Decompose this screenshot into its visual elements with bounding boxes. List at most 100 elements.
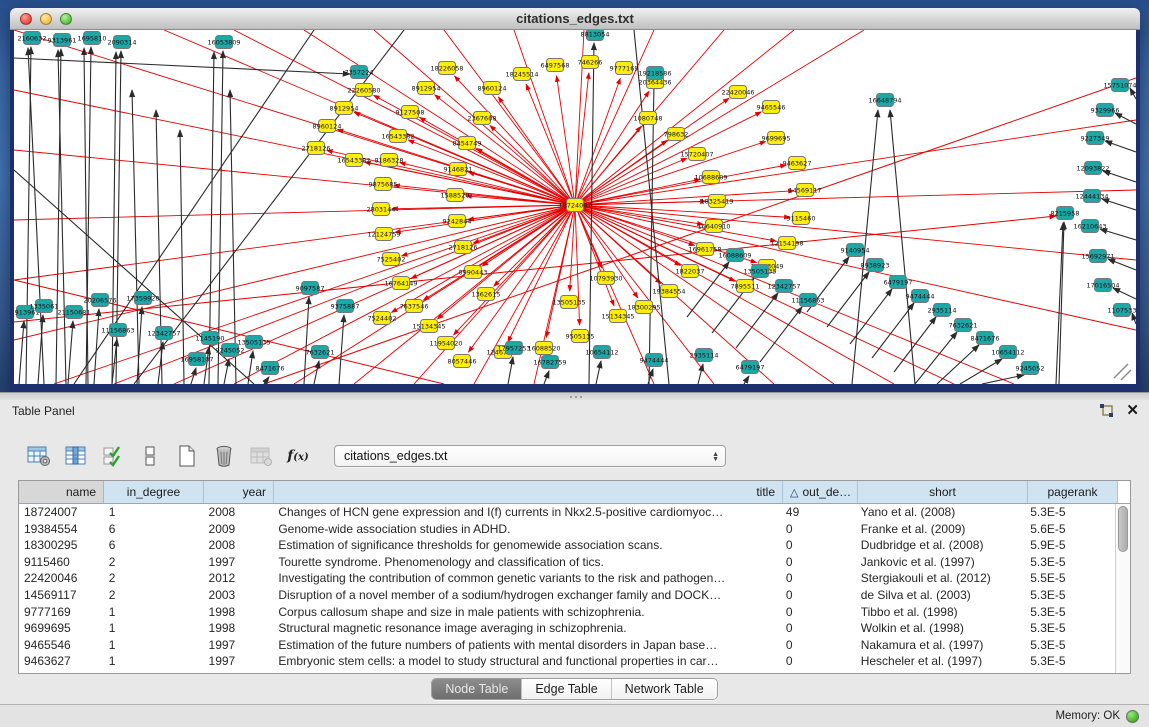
network-node[interactable]: 16210643	[1073, 220, 1106, 233]
delete-table-icon[interactable]	[211, 444, 237, 468]
network-window[interactable]: citations_edges.txt 18724007182260588912…	[10, 8, 1140, 392]
network-node[interactable]: 2935114	[690, 349, 719, 362]
network-node[interactable]: 19384554	[652, 285, 685, 298]
network-node[interactable]: 12093822	[1076, 162, 1109, 175]
table-row[interactable]: 946362711997Embryonic stem cells: a mode…	[19, 653, 1115, 670]
column-header-short[interactable]: short	[858, 481, 1028, 503]
network-node[interactable]: 2718126	[449, 241, 478, 254]
network-node[interactable]: 7525402	[377, 253, 406, 266]
network-node[interactable]: 9115460	[787, 212, 816, 225]
tab-network-table[interactable]: Network Table	[612, 679, 717, 699]
network-node[interactable]: 9329966	[1091, 104, 1120, 117]
network-node[interactable]: 6497568	[541, 59, 570, 72]
network-node[interactable]: 20206576	[83, 294, 116, 307]
network-node[interactable]: 8215958	[1051, 207, 1080, 220]
table-scrollbar[interactable]	[1115, 504, 1130, 673]
canvas-resize-grip-icon[interactable]	[1114, 364, 1131, 380]
network-node[interactable]: 9227349	[1081, 132, 1110, 145]
table-row[interactable]: 969969511998Structural magnetic resonanc…	[19, 620, 1115, 637]
network-node[interactable]: 15692971	[1081, 250, 1114, 263]
table-scrollbar-thumb[interactable]	[1118, 506, 1128, 552]
network-node[interactable]: 7632621	[949, 319, 978, 332]
column-header-name[interactable]: name	[19, 481, 104, 503]
network-node[interactable]: 11954020	[429, 337, 462, 350]
network-node[interactable]: 9245052	[1016, 362, 1045, 375]
network-node[interactable]: 10654112	[991, 346, 1024, 359]
network-node[interactable]: 8960124	[478, 82, 507, 95]
network-window-titlebar[interactable]: citations_edges.txt	[10, 8, 1140, 30]
network-node[interactable]: 10793930	[589, 272, 622, 285]
divider-grip-icon[interactable]	[568, 395, 582, 399]
network-node[interactable]: 21150681	[57, 306, 90, 319]
import-table-icon[interactable]	[248, 444, 274, 468]
network-node[interactable]: 12154198	[770, 237, 803, 250]
float-panel-icon[interactable]	[1098, 403, 1116, 419]
tab-node-table[interactable]: Node Table	[432, 679, 522, 699]
network-node[interactable]: 8471676	[256, 362, 285, 375]
network-node[interactable]: 9463627	[783, 157, 812, 170]
network-canvas[interactable]: 1872400718226058891295491275081654338281…	[14, 30, 1136, 384]
column-header-pagerank[interactable]: pagerank	[1028, 481, 1118, 503]
network-node[interactable]: 2367608	[468, 112, 497, 125]
network-node[interactable]: 2803144	[367, 203, 396, 216]
network-node[interactable]: 8057446	[448, 355, 477, 368]
close-panel-icon[interactable]: ✕	[1126, 403, 1139, 419]
table-row[interactable]: 946554611997Estimation of the future num…	[19, 637, 1115, 654]
network-node[interactable]: 798632	[664, 128, 689, 141]
network-node[interactable]: 2090314	[108, 36, 137, 49]
merge-rows-icon[interactable]	[137, 444, 163, 468]
network-node[interactable]: 9127508	[396, 106, 425, 119]
network-node[interactable]: 13505135	[552, 296, 585, 309]
table-row[interactable]: 977716911998Corpus callosum shape and si…	[19, 604, 1115, 621]
table-row[interactable]: 1456911722003Disruption of a novel membe…	[19, 587, 1115, 604]
network-node[interactable]: 8912954	[412, 82, 441, 95]
column-edit-icon[interactable]	[63, 444, 89, 468]
network-node[interactable]: 2718126	[302, 142, 331, 155]
network-node[interactable]: 9474444	[906, 290, 935, 303]
network-node[interactable]: 14569117	[788, 184, 821, 197]
network-node[interactable]: 16648794	[868, 94, 901, 107]
table-row[interactable]: 2242004622012Investigating the contribut…	[19, 570, 1115, 587]
new-table-icon[interactable]	[174, 444, 200, 468]
column-header-title[interactable]: title	[274, 481, 783, 503]
network-node[interactable]: 16053809	[207, 36, 240, 49]
network-node[interactable]: 18226058	[430, 62, 463, 75]
network-node[interactable]: 11156863	[101, 324, 134, 337]
network-node[interactable]: 2160632	[18, 32, 47, 45]
network-node[interactable]: 746266	[578, 56, 603, 69]
table-row[interactable]: 1938455462009Genome-wide association stu…	[19, 521, 1115, 538]
column-header-in_degree[interactable]: in_degree	[104, 481, 204, 503]
column-header-out_de[interactable]: △out_de…	[783, 481, 858, 503]
network-node[interactable]: 22420046	[721, 86, 754, 99]
column-header-year[interactable]: year	[204, 481, 274, 503]
select-rows-icon[interactable]	[100, 444, 126, 468]
network-node[interactable]: 16958107	[180, 353, 213, 366]
network-node[interactable]: 6479197	[884, 276, 913, 289]
panel-divider[interactable]	[0, 392, 1149, 400]
table-row[interactable]: 911546021997Tourette syndrome. Phenomeno…	[19, 554, 1115, 571]
table-row[interactable]: 1830029562008Estimation of significance …	[19, 537, 1115, 554]
table-settings-icon[interactable]	[26, 444, 52, 468]
network-node[interactable]: 9474444	[640, 354, 669, 367]
network-node[interactable]: 1695810	[78, 32, 107, 45]
network-node[interactable]: 1107533	[1108, 304, 1136, 317]
table-row[interactable]: 1872400712008Changes of HCN gene express…	[19, 504, 1115, 521]
network-node[interactable]: 12342757	[147, 327, 180, 340]
table-select-dropdown[interactable]: citations_edges.txt ▲▼	[334, 445, 726, 467]
function-builder-icon[interactable]: f(x)	[285, 444, 311, 468]
network-node[interactable]: 22260580	[347, 84, 380, 97]
network-node[interactable]: 10654112	[585, 346, 618, 359]
network-node[interactable]: 17359928	[126, 292, 159, 305]
network-node[interactable]: 17016504	[1086, 279, 1119, 292]
network-node[interactable]: 2935114	[928, 304, 957, 317]
network-node[interactable]: 9699695	[762, 132, 791, 145]
network-node[interactable]: 8813054	[581, 30, 610, 41]
network-node[interactable]: 1080748	[634, 112, 663, 125]
network-node[interactable]: 16088520	[527, 342, 560, 355]
network-node[interactable]: 12342757	[767, 280, 800, 293]
network-node[interactable]: 8471676	[971, 332, 1000, 345]
network-node[interactable]: 9777169	[610, 62, 639, 75]
network-node[interactable]: 9242844	[443, 215, 472, 228]
network-node[interactable]: 9375887	[331, 300, 360, 313]
network-node[interactable]: 9465546	[757, 101, 786, 114]
